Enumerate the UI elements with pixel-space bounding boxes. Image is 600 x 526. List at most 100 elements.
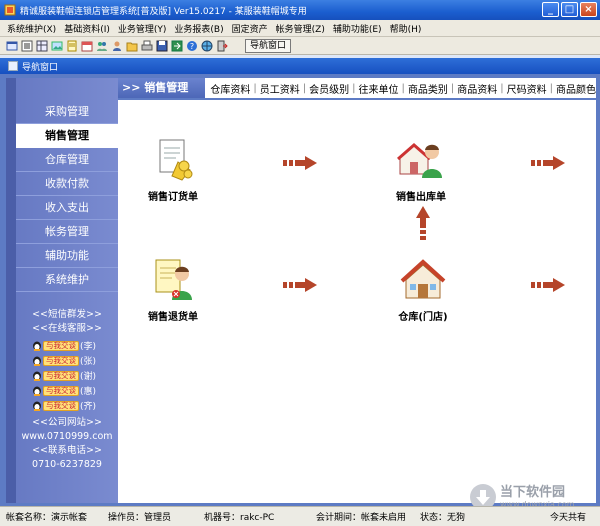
sales-outbound-label: 销售出库单	[396, 192, 446, 203]
calendar-icon[interactable]	[81, 40, 93, 52]
nav-window-button[interactable]: 导航窗口	[245, 38, 292, 53]
qq-contact-name: (齐)	[80, 402, 97, 412]
maximize-button[interactable]: □	[561, 2, 578, 17]
support-link[interactable]: <<在线客服>>	[16, 322, 118, 336]
status-account: 帐套名称：演示帐套	[6, 513, 88, 523]
menu-business[interactable]: 业务管理(Y)	[115, 22, 170, 35]
sidebar-item-system[interactable]: 系统维护	[16, 268, 118, 292]
sales-return-node[interactable]: 销售退货单	[148, 256, 198, 323]
warehouse-label: 仓库(门店)	[398, 312, 448, 323]
qq-contact[interactable]: 与我交谈 (惠)	[16, 383, 118, 398]
menu-fixed-assets[interactable]: 固定资产	[229, 22, 271, 35]
website-link[interactable]: <<公司网站>>	[16, 416, 118, 430]
title-bar: 精诚服装鞋帽连锁店管理系统[普及版] Ver15.0217 - 某服装鞋帽城专用…	[0, 0, 600, 20]
qq-contact[interactable]: 与我交谈 (李)	[16, 338, 118, 353]
app-icon	[4, 4, 16, 16]
globe-icon[interactable]	[201, 40, 213, 52]
sidebar-stripe	[6, 78, 16, 503]
link-partners[interactable]: 往来单位	[355, 81, 401, 96]
sales-return-label: 销售退货单	[148, 312, 198, 323]
qq-contact-list: 与我交谈 (李) 与我交谈 (张) 与我交谈 (谢) 与我交谈 (惠) 与我交谈…	[16, 338, 118, 413]
main-header: >> 销售管理 仓库资料 | 员工资料 | 会员级别 | 往来单位 | 商品类别 | 商品…	[118, 78, 596, 100]
link-employee-data[interactable]: 员工资料	[257, 81, 303, 96]
print-icon[interactable]	[141, 40, 153, 52]
window-icon	[8, 61, 18, 71]
qq-chat-button[interactable]: 与我交谈	[43, 370, 79, 381]
window-icon[interactable]	[6, 40, 18, 52]
warehouse-node[interactable]: 仓库(门店)	[398, 256, 448, 323]
sidebar-item-sales[interactable]: 销售管理	[16, 124, 118, 148]
status-operator: 操作员：管理员	[108, 513, 172, 523]
sidebar-item-warehouse[interactable]: 仓库管理	[16, 148, 118, 172]
note-icon[interactable]	[66, 40, 78, 52]
menu-tools[interactable]: 辅助功能(E)	[330, 22, 385, 35]
menu-basic-data[interactable]: 基础资料(I)	[61, 22, 113, 35]
users-icon[interactable]	[96, 40, 108, 52]
sidebar-links: <<短信群发>> <<在线客服>>	[16, 308, 118, 336]
sms-link[interactable]: <<短信群发>>	[16, 308, 118, 322]
menu-system[interactable]: 系统维护(X)	[4, 22, 59, 35]
status-today: 今天共有	[550, 513, 587, 523]
nav-window-title: 导航窗口	[22, 62, 59, 73]
menu-help[interactable]: 帮助(H)	[387, 22, 425, 35]
link-size-data[interactable]: 尺码资料	[504, 81, 550, 96]
sidebar-item-payments[interactable]: 收款付款	[16, 172, 118, 196]
qq-penguin-icon	[33, 371, 41, 381]
arrow-up-icon	[416, 206, 430, 240]
nav-window-titlebar: 导航窗口	[0, 56, 600, 74]
qq-chat-button[interactable]: 与我交谈	[43, 340, 79, 351]
quick-links: 仓库资料 | 员工资料 | 会员级别 | 往来单位 | 商品类别 | 商品资料 | 尺码资料…	[205, 81, 596, 96]
menu-reports[interactable]: 业务报表(B)	[171, 22, 226, 35]
sidebar-item-accounts[interactable]: 帐务管理	[16, 220, 118, 244]
warehouse-icon	[400, 259, 446, 299]
qq-contact[interactable]: 与我交谈 (张)	[16, 353, 118, 368]
qq-penguin-icon	[33, 401, 41, 411]
sales-order-label: 销售订货单	[148, 192, 198, 203]
folder-icon[interactable]	[126, 40, 138, 52]
image-icon[interactable]	[51, 40, 63, 52]
sidebar-item-purchase[interactable]: 采购管理	[16, 100, 118, 124]
sidebar: 采购管理 销售管理 仓库管理 收款付款 收入支出 帐务管理 辅助功能 系统维护 …	[6, 78, 118, 503]
sidebar-item-income-expense[interactable]: 收入支出	[16, 196, 118, 220]
link-warehouse-data[interactable]: 仓库资料	[207, 81, 253, 96]
qq-penguin-icon	[33, 341, 41, 351]
menu-bar: 系统维护(X) 基础资料(I) 业务管理(Y) 业务报表(B) 固定资产 帐务管…	[0, 20, 600, 37]
person-icon[interactable]	[111, 40, 123, 52]
menu-accounts[interactable]: 帐务管理(Z)	[273, 22, 328, 35]
sales-order-icon	[159, 139, 193, 181]
status-machine: 机器号：rakc-PC	[204, 513, 275, 523]
contact-info: <<公司网站>> www.0710999.com <<联系电话>> 0710-6…	[16, 416, 118, 472]
sales-outbound-node[interactable]: 销售出库单	[396, 136, 446, 203]
link-product-category[interactable]: 商品类别	[405, 81, 451, 96]
section-title: >> 销售管理	[118, 78, 206, 98]
help-icon[interactable]: ?	[186, 40, 198, 52]
link-product-color[interactable]: 商品颜色	[553, 81, 596, 96]
status-bar: 帐套名称：演示帐套 操作员：管理员 机器号：rakc-PC 会计期间：帐套未启用…	[0, 506, 600, 526]
phone-label: <<联系电话>>	[32, 445, 102, 456]
sidebar-item-tools[interactable]: 辅助功能	[16, 244, 118, 268]
qq-contact[interactable]: 与我交谈 (谢)	[16, 368, 118, 383]
minimize-button[interactable]: _	[542, 2, 559, 17]
status-period: 会计期间：帐套未启用	[316, 513, 407, 523]
list-icon[interactable]	[21, 40, 33, 52]
link-member-level[interactable]: 会员级别	[306, 81, 352, 96]
arrow-right-icon	[531, 156, 565, 170]
save-icon[interactable]	[156, 40, 168, 52]
sidebar-nav: 采购管理 销售管理 仓库管理 收款付款 收入支出 帐务管理 辅助功能 系统维护	[16, 100, 118, 292]
sales-outbound-icon	[397, 143, 442, 178]
website-url[interactable]: www.0710999.com	[16, 430, 118, 444]
link-product-data[interactable]: 商品资料	[454, 81, 500, 96]
qq-penguin-icon	[33, 386, 41, 396]
close-button[interactable]: ×	[580, 2, 597, 17]
svg-text:?: ?	[190, 42, 194, 51]
qq-chat-button[interactable]: 与我交谈	[43, 400, 79, 411]
export-icon[interactable]	[171, 40, 183, 52]
qq-chat-button[interactable]: 与我交谈	[43, 355, 79, 366]
sales-order-node[interactable]: 销售订货单	[148, 136, 198, 203]
table-icon[interactable]	[36, 40, 48, 52]
qq-chat-button[interactable]: 与我交谈	[43, 385, 79, 396]
exit-icon[interactable]	[216, 40, 228, 52]
qq-contact-name: (张)	[80, 357, 97, 367]
qq-penguin-icon	[33, 356, 41, 366]
qq-contact[interactable]: 与我交谈 (齐)	[16, 398, 118, 413]
